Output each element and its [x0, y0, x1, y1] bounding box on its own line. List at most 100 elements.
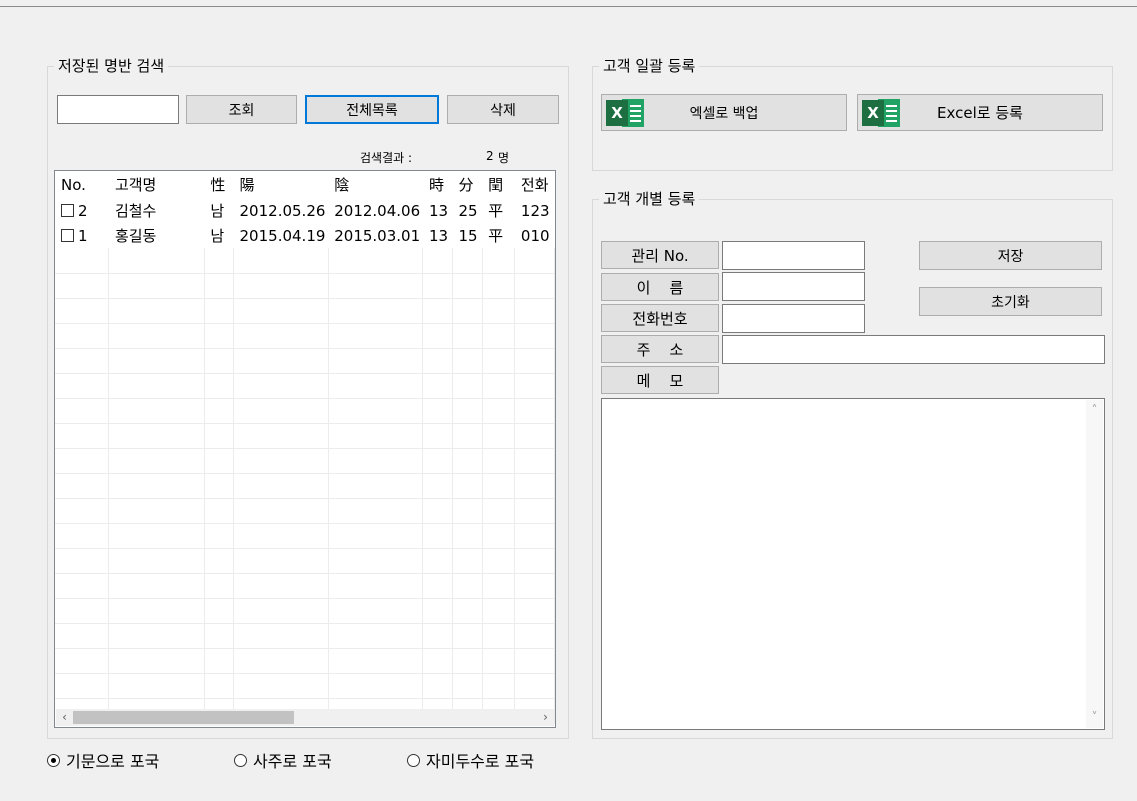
excel-backup-button[interactable]: X 엑셀로 백업: [601, 94, 847, 131]
empty-cell: [422, 423, 454, 449]
empty-cell: [233, 323, 329, 349]
empty-row: [55, 623, 555, 649]
empty-cell: [108, 598, 205, 624]
empty-cell: [482, 523, 516, 549]
empty-cell: [55, 273, 110, 299]
empty-cell: [422, 473, 454, 499]
name-field[interactable]: [722, 272, 865, 301]
empty-cell: [233, 273, 329, 299]
search-input[interactable]: [57, 95, 179, 124]
query-button[interactable]: 조회: [186, 95, 297, 124]
row-checkbox[interactable]: [61, 203, 74, 217]
row-lunar-cell: 2015.03.01: [334, 226, 421, 245]
row-sex-cell: 남: [210, 202, 225, 220]
empty-row: [55, 248, 555, 274]
col-header-sex[interactable]: 性: [204, 171, 233, 198]
scroll-left-icon[interactable]: ‹: [56, 709, 73, 726]
excel-register-button[interactable]: X Excel로 등록: [857, 94, 1103, 131]
row-name-cell: 김철수: [114, 202, 157, 220]
empty-cell: [204, 398, 235, 424]
memo-textarea[interactable]: ˄ ˅: [601, 398, 1105, 730]
empty-cell: [452, 398, 483, 424]
empty-cell: [452, 623, 483, 649]
empty-cell: [233, 248, 329, 274]
scroll-down-icon[interactable]: ˅: [1086, 709, 1103, 726]
empty-cell: [55, 323, 110, 349]
empty-cell: [452, 323, 483, 349]
empty-cell: [452, 448, 483, 474]
empty-cell: [482, 598, 516, 624]
table-row[interactable]: 1 홍길동 남 2015.04.19 2015.03.01 13 15 平 01…: [55, 223, 555, 248]
empty-cell: [233, 348, 329, 374]
excel-register-label: Excel로 등록: [937, 104, 1023, 122]
horizontal-scrollbar[interactable]: ‹ ›: [56, 709, 554, 726]
memo-vertical-scrollbar[interactable]: ˄ ˅: [1086, 400, 1103, 728]
radio-option-qimen[interactable]: 기문으로 포국: [47, 748, 159, 772]
col-header-name[interactable]: 고객명: [109, 171, 204, 198]
col-header-no[interactable]: No.: [55, 171, 109, 198]
empty-cell: [514, 248, 555, 274]
radio-option-saju[interactable]: 사주로 포국: [234, 748, 332, 772]
radio-option-ziwei[interactable]: 자미두수로 포국: [407, 748, 534, 772]
row-no-cell[interactable]: 2: [55, 198, 109, 223]
empty-cell: [108, 348, 205, 374]
empty-cell: [204, 548, 235, 574]
empty-cell: [55, 298, 110, 324]
empty-cell: [204, 523, 235, 549]
empty-cell: [108, 448, 205, 474]
empty-cell: [482, 423, 516, 449]
empty-cell: [452, 298, 483, 324]
empty-cell: [422, 448, 454, 474]
col-header-leap[interactable]: 閏: [482, 171, 515, 198]
id-field[interactable]: [722, 241, 865, 270]
empty-cell: [204, 323, 235, 349]
radio-button[interactable]: [234, 753, 247, 767]
reset-button[interactable]: 초기화: [919, 287, 1102, 316]
empty-cell: [328, 573, 424, 599]
empty-cell: [514, 373, 555, 399]
empty-cell: [233, 548, 329, 574]
address-field[interactable]: [722, 335, 1105, 364]
scroll-thumb[interactable]: [73, 711, 294, 724]
row-name-cell: 홍길동: [114, 227, 157, 245]
scroll-right-icon[interactable]: ›: [537, 709, 554, 726]
col-header-hour[interactable]: 時: [423, 171, 453, 198]
empty-cell: [422, 573, 454, 599]
empty-cell: [482, 273, 516, 299]
excel-icon: X: [862, 98, 904, 128]
radio-button[interactable]: [407, 753, 420, 767]
empty-cell: [452, 573, 483, 599]
empty-cell: [328, 448, 424, 474]
col-header-minute[interactable]: 分: [453, 171, 483, 198]
col-header-phone[interactable]: 전화: [515, 171, 555, 198]
phone-field[interactable]: [722, 304, 865, 333]
radio-button-selected[interactable]: [47, 753, 60, 767]
delete-button[interactable]: 삭제: [447, 95, 559, 124]
empty-cell: [108, 298, 205, 324]
empty-cell: [204, 248, 235, 274]
empty-cell: [422, 598, 454, 624]
empty-cell: [328, 548, 424, 574]
row-phone-cell: 123: [520, 201, 550, 220]
row-no-cell[interactable]: 1: [55, 223, 109, 248]
empty-cell: [328, 398, 424, 424]
empty-cell: [514, 673, 555, 699]
scroll-up-icon[interactable]: ˄: [1086, 402, 1103, 419]
empty-cell: [108, 273, 205, 299]
list-all-button[interactable]: 전체목록: [305, 95, 439, 124]
save-button[interactable]: 저장: [919, 241, 1102, 270]
table-row[interactable]: 2 김철수 남 2012.05.26 2012.04.06 13 25 平 12…: [55, 198, 555, 223]
empty-cell: [328, 623, 424, 649]
empty-cell: [422, 373, 454, 399]
row-checkbox[interactable]: [61, 228, 74, 242]
col-header-lunar[interactable]: 陰: [328, 171, 423, 198]
col-header-solar[interactable]: 陽: [234, 171, 329, 198]
empty-cell: [204, 498, 235, 524]
customer-grid[interactable]: No. 고객명 性 陽 陰 時 分 閏 전화 2 김철수 남 2012.05.2…: [54, 170, 556, 728]
empty-cell: [233, 448, 329, 474]
empty-cell: [108, 398, 205, 424]
empty-cell: [482, 548, 516, 574]
empty-cell: [204, 673, 235, 699]
empty-cell: [482, 648, 516, 674]
empty-cell: [514, 448, 555, 474]
